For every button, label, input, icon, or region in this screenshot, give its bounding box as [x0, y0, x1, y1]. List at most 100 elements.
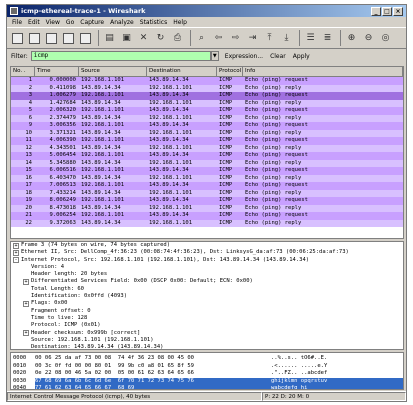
go-back-icon[interactable]: ⇦	[211, 31, 226, 46]
packet-row[interactable]: 22 9.372063 143.89.14.34 192.168.1.101 ICMP E…	[11, 219, 403, 227]
filter-input[interactable]: icmp	[30, 51, 211, 61]
detail-line[interactable]: - Internet Protocol, Src: 192.168.1.101 (…	[11, 257, 403, 264]
auto-scroll-icon[interactable]: ≣	[320, 31, 335, 46]
column-header-source[interactable]: Source	[79, 67, 147, 76]
restart-capture-icon[interactable]	[78, 31, 93, 46]
packet-row[interactable]: 12 4.343501 143.89.14.34 192.168.1.101 ICMP E…	[11, 144, 403, 152]
close-file-icon[interactable]: ✕	[136, 31, 151, 46]
column-header-info[interactable]: Info	[243, 67, 403, 76]
menu-analyze[interactable]: Analyze	[107, 19, 137, 26]
packet-row[interactable]: 13 5.006454 192.168.1.101 143.89.14.34 ICMP E…	[11, 152, 403, 160]
expand-icon[interactable]: +	[13, 242, 19, 249]
close-icon[interactable]: ×	[393, 6, 403, 16]
detail-line[interactable]: + Frame 3 (74 bytes on wire, 74 bytes cap…	[11, 242, 403, 249]
menu-go[interactable]: Go	[63, 19, 77, 26]
detail-line[interactable]: Protocol: ICMP (0x01)	[11, 322, 403, 329]
packet-row[interactable]: 19 8.006249 192.168.1.101 143.89.14.34 ICMP E…	[11, 197, 403, 205]
detail-line[interactable]: + Header checksum: 0x999b [correct]	[11, 330, 403, 337]
packet-bytes-pane[interactable]: 0000 00 06 25 da af 73 00 08 74 4f 36 23 …	[10, 352, 404, 390]
packet-cell-time: 9.006254	[49, 212, 77, 218]
hex-offset: 0000	[13, 355, 27, 361]
collapse-icon[interactable]: -	[13, 257, 19, 264]
detail-line[interactable]: Total Length: 60	[11, 286, 403, 293]
packet-cell-src: 192.168.1.101	[81, 107, 125, 113]
column-header-destination[interactable]: Destination	[147, 67, 217, 76]
packet-details-pane[interactable]: + Frame 3 (74 bytes on wire, 74 bytes cap…	[10, 241, 404, 350]
menu-statistics[interactable]: Statistics	[137, 19, 170, 26]
packet-row[interactable]: 18 7.433214 143.89.14.34 192.168.1.101 ICMP E…	[11, 189, 403, 197]
zoom-out-icon[interactable]: ⊖	[361, 31, 376, 46]
menu-help[interactable]: Help	[170, 19, 190, 26]
packet-row[interactable]: 21 9.006254 192.168.1.101 143.89.14.34 ICMP E…	[11, 212, 403, 220]
detail-line[interactable]: Fragment offset: 0	[11, 308, 403, 315]
detail-line[interactable]: Version: 4	[11, 264, 403, 271]
packet-row[interactable]: 17 7.006513 192.168.1.101 143.89.14.34 ICMP E…	[11, 182, 403, 190]
apply-button[interactable]: Apply	[293, 53, 310, 60]
open-icon[interactable]: ▤	[102, 31, 117, 46]
expand-icon[interactable]: +	[23, 301, 29, 308]
capture-options-icon[interactable]	[27, 31, 42, 46]
packet-row[interactable]: 2 0.411098 143.89.14.34 192.168.1.101 ICMP Ec…	[11, 84, 403, 92]
expand-icon[interactable]: +	[23, 279, 29, 286]
packet-row[interactable]: 9 3.006356 192.168.1.101 143.89.14.34 ICMP Ec…	[11, 122, 403, 130]
detail-line[interactable]: + Differentiated Services Field: 0x00 (DS…	[11, 278, 403, 286]
colorize-icon[interactable]: ☰	[303, 31, 318, 46]
column-header-time[interactable]: Time	[35, 67, 79, 76]
packet-cell-time: 3.371321	[49, 129, 77, 136]
menu-file[interactable]: File	[9, 19, 25, 26]
window-title: icmp-ethereal-trace-1 - Wireshark	[21, 7, 146, 15]
packet-row[interactable]: 20 8.473018 143.89.14.34 192.168.1.101 ICMP E…	[11, 204, 403, 212]
expression-button[interactable]: Expression...	[225, 53, 263, 60]
find-icon[interactable]: ⌕	[194, 31, 209, 46]
expand-icon[interactable]: +	[13, 249, 19, 256]
packet-row[interactable]: 16 6.403470 143.89.14.34 192.168.1.101 ICMP E…	[11, 174, 403, 182]
packet-row[interactable]: 3 1.006279 192.168.1.101 143.89.14.34 ICMP Ec…	[11, 92, 403, 100]
start-capture-icon[interactable]	[44, 31, 59, 46]
packet-row[interactable]: 10 3.371321 143.89.14.34 192.168.1.101 ICMP E…	[11, 129, 403, 137]
go-forward-icon[interactable]: ⇨	[228, 31, 243, 46]
detail-line[interactable]: + Flags: 0x00	[11, 300, 403, 308]
packet-row[interactable]: 6 2.374479 143.89.14.34 192.168.1.101 ICMP Ec…	[11, 114, 403, 122]
menu-capture[interactable]: Capture	[77, 19, 107, 26]
zoom-in-icon[interactable]: ⊕	[344, 31, 359, 46]
save-icon[interactable]: ▣	[119, 31, 134, 46]
go-first-icon[interactable]: ⤒	[262, 31, 277, 46]
maximize-icon[interactable]: □	[382, 6, 392, 16]
packet-row[interactable]: 5 2.006320 192.168.1.101 143.89.14.34 ICMP Ec…	[11, 107, 403, 115]
detail-text: Source: 192.168.1.101 (192.168.1.101)	[31, 336, 154, 343]
menu-view[interactable]: View	[43, 19, 63, 26]
reload-icon[interactable]: ↻	[153, 31, 168, 46]
hex-offset: 0040	[13, 385, 27, 390]
packet-row[interactable]: 14 5.345880 143.89.14.34 192.168.1.101 ICMP E…	[11, 159, 403, 167]
packet-cell-time: 3.006356	[49, 122, 77, 128]
detail-line[interactable]: Source: 192.168.1.101 (192.168.1.101)	[11, 337, 403, 344]
detail-line[interactable]: Identification: 0x0ffd (4093)	[11, 293, 403, 300]
packet-row[interactable]: 11 4.006390 192.168.1.101 143.89.14.34 ICMP E…	[11, 137, 403, 145]
filter-dropdown-icon[interactable]: ▼	[210, 51, 219, 61]
column-header-protocol[interactable]: Protocol	[217, 67, 243, 76]
detail-line[interactable]: Time to live: 128	[11, 315, 403, 322]
minimize-icon[interactable]: _	[371, 6, 381, 16]
detail-text: Internet Protocol, Src: 192.168.1.101 (1…	[21, 256, 310, 263]
go-last-icon[interactable]: ⤓	[279, 31, 294, 46]
packet-list[interactable]: No. . Time Source Destination Protocol I…	[10, 66, 404, 239]
detail-text: Header length: 20 bytes	[31, 271, 108, 278]
detail-line[interactable]: Header length: 20 bytes	[11, 271, 403, 278]
detail-text: Differentiated Services Field: 0x00 (DSC…	[31, 278, 253, 285]
go-to-packet-icon[interactable]: ⇥	[245, 31, 260, 46]
packet-row[interactable]: 1 0.000000 192.168.1.101 143.89.14.34 ICMP Ec…	[11, 77, 403, 85]
packet-row[interactable]: 15 6.006516 192.168.1.101 143.89.14.34 ICMP E…	[11, 167, 403, 175]
column-header-no[interactable]: No. .	[11, 67, 35, 76]
stop-capture-icon[interactable]	[61, 31, 76, 46]
packet-row[interactable]: 4 1.427684 143.89.14.34 192.168.1.101 ICMP Ec…	[11, 99, 403, 107]
detail-line[interactable]: + Ethernet II, Src: DellComp_4f:36:23 (00…	[11, 249, 403, 256]
packet-cell-src: 143.89.14.34	[81, 99, 121, 106]
clear-button[interactable]: Clear	[270, 53, 286, 60]
menu-edit[interactable]: Edit	[25, 19, 43, 26]
print-icon[interactable]: ⎙	[170, 31, 185, 46]
detail-line[interactable]: Destination: 143.89.14.34 (143.89.14.34)	[11, 344, 403, 349]
packet-cell-src: 143.89.14.34	[81, 159, 121, 166]
expand-icon[interactable]: +	[23, 330, 29, 337]
list-interfaces-icon[interactable]	[10, 31, 25, 46]
zoom-normal-icon[interactable]: ◎	[378, 31, 393, 46]
